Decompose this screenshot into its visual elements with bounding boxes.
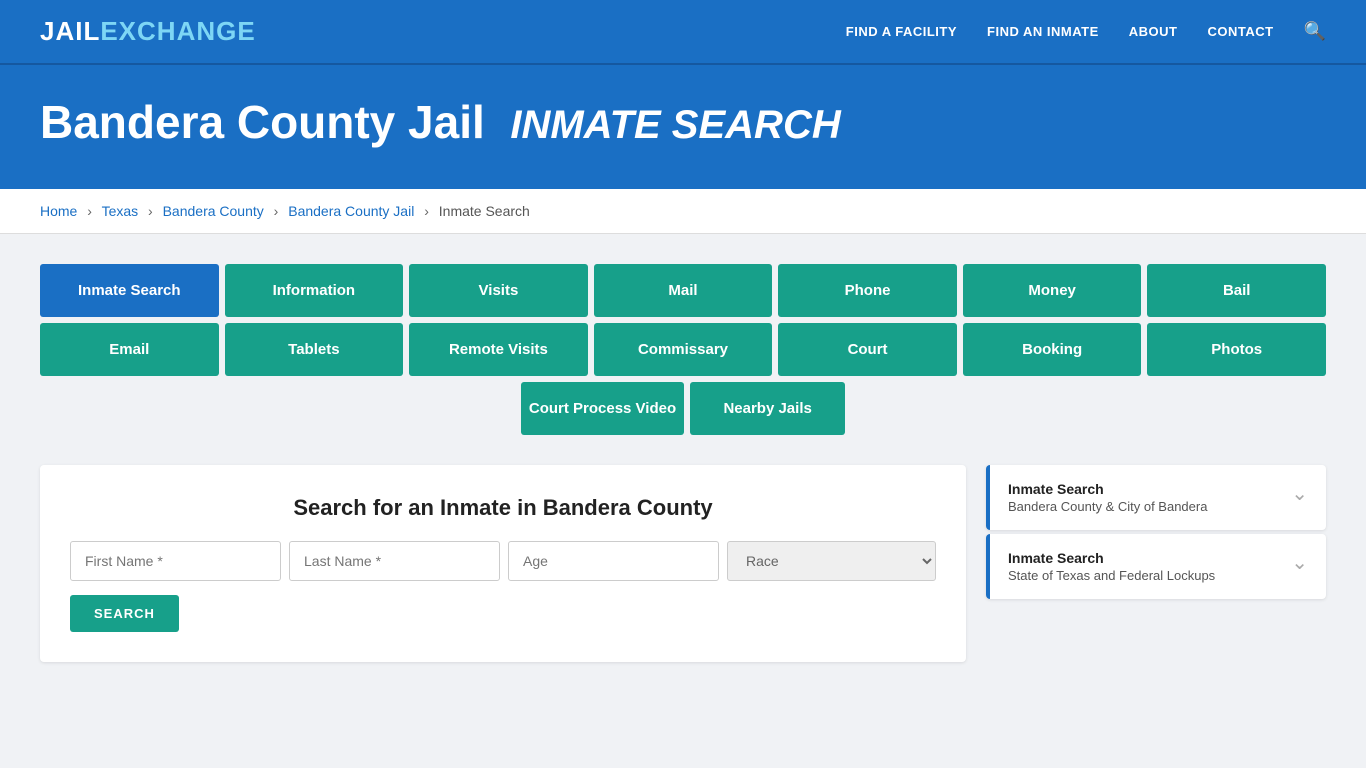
breadcrumb-bandera-county[interactable]: Bandera County: [163, 203, 264, 219]
breadcrumb-texas[interactable]: Texas: [102, 203, 139, 219]
main-content: Inmate Search Information Visits Mail Ph…: [0, 234, 1366, 692]
tab-information[interactable]: Information: [225, 264, 404, 317]
breadcrumb-home[interactable]: Home: [40, 203, 77, 219]
form-name-row: Race White Black Hispanic Asian Other: [70, 541, 936, 581]
main-nav: FIND A FACILITY FIND AN INMATE ABOUT CON…: [846, 21, 1326, 42]
first-name-input[interactable]: [70, 541, 281, 581]
logo-exchange: EXCHANGE: [100, 16, 255, 46]
sidebar-card-1: Inmate Search Bandera County & City of B…: [986, 465, 1326, 530]
chevron-down-icon-1: ⌄: [1291, 481, 1308, 506]
search-form-title: Search for an Inmate in Bandera County: [70, 495, 936, 521]
breadcrumb-sep-2: ›: [148, 203, 153, 219]
breadcrumb: Home › Texas › Bandera County › Bandera …: [0, 189, 1366, 234]
breadcrumb-sep-3: ›: [274, 203, 279, 219]
nav-find-inmate[interactable]: FIND AN INMATE: [987, 24, 1099, 39]
tab-money[interactable]: Money: [963, 264, 1142, 317]
site-header: JAILEXCHANGE FIND A FACILITY FIND AN INM…: [0, 0, 1366, 65]
tab-court-process-video[interactable]: Court Process Video: [521, 382, 684, 435]
tab-court[interactable]: Court: [778, 323, 957, 376]
sidebar-card-1-header[interactable]: Inmate Search Bandera County & City of B…: [986, 465, 1326, 530]
nav-contact[interactable]: CONTACT: [1207, 24, 1273, 39]
last-name-input[interactable]: [289, 541, 500, 581]
tabs-row-1: Inmate Search Information Visits Mail Ph…: [40, 264, 1326, 317]
sidebar-card-2: Inmate Search State of Texas and Federal…: [986, 534, 1326, 599]
content-area: Search for an Inmate in Bandera County R…: [40, 465, 1326, 662]
tabs-row-3: Court Process Video Nearby Jails: [40, 382, 1326, 435]
breadcrumb-bandera-county-jail[interactable]: Bandera County Jail: [288, 203, 414, 219]
chevron-down-icon-2: ⌄: [1291, 550, 1308, 575]
tab-inmate-search[interactable]: Inmate Search: [40, 264, 219, 317]
tab-email[interactable]: Email: [40, 323, 219, 376]
nav-about[interactable]: ABOUT: [1129, 24, 1178, 39]
page-title-italic: INMATE SEARCH: [510, 103, 840, 147]
tab-visits[interactable]: Visits: [409, 264, 588, 317]
tab-phone[interactable]: Phone: [778, 264, 957, 317]
tab-tablets[interactable]: Tablets: [225, 323, 404, 376]
tab-photos[interactable]: Photos: [1147, 323, 1326, 376]
sidebar-card-1-subtitle: Bandera County & City of Bandera: [1008, 499, 1207, 514]
nav-find-facility[interactable]: FIND A FACILITY: [846, 24, 957, 39]
search-button[interactable]: SEARCH: [70, 595, 179, 632]
breadcrumb-sep-1: ›: [87, 203, 92, 219]
breadcrumb-current: Inmate Search: [439, 203, 530, 219]
sidebar-card-2-title: Inmate Search: [1008, 550, 1215, 566]
tabs-row-2: Email Tablets Remote Visits Commissary C…: [40, 323, 1326, 376]
logo-jail: JAIL: [40, 16, 100, 46]
tab-mail[interactable]: Mail: [594, 264, 773, 317]
tab-bail[interactable]: Bail: [1147, 264, 1326, 317]
site-logo[interactable]: JAILEXCHANGE: [40, 16, 256, 47]
sidebar-card-2-header[interactable]: Inmate Search State of Texas and Federal…: [986, 534, 1326, 599]
search-icon[interactable]: 🔍: [1304, 21, 1326, 42]
age-input[interactable]: [508, 541, 719, 581]
hero-section: Bandera County Jail INMATE SEARCH: [0, 65, 1366, 189]
sidebar-card-2-subtitle: State of Texas and Federal Lockups: [1008, 568, 1215, 583]
tab-remote-visits[interactable]: Remote Visits: [409, 323, 588, 376]
tab-nearby-jails[interactable]: Nearby Jails: [690, 382, 845, 435]
sidebar: Inmate Search Bandera County & City of B…: [986, 465, 1326, 662]
sidebar-card-1-title: Inmate Search: [1008, 481, 1207, 497]
race-select[interactable]: Race White Black Hispanic Asian Other: [727, 541, 936, 581]
page-title-main: Bandera County Jail: [40, 96, 485, 148]
tab-booking[interactable]: Booking: [963, 323, 1142, 376]
tab-commissary[interactable]: Commissary: [594, 323, 773, 376]
inmate-search-form: Search for an Inmate in Bandera County R…: [40, 465, 966, 662]
breadcrumb-sep-4: ›: [424, 203, 429, 219]
